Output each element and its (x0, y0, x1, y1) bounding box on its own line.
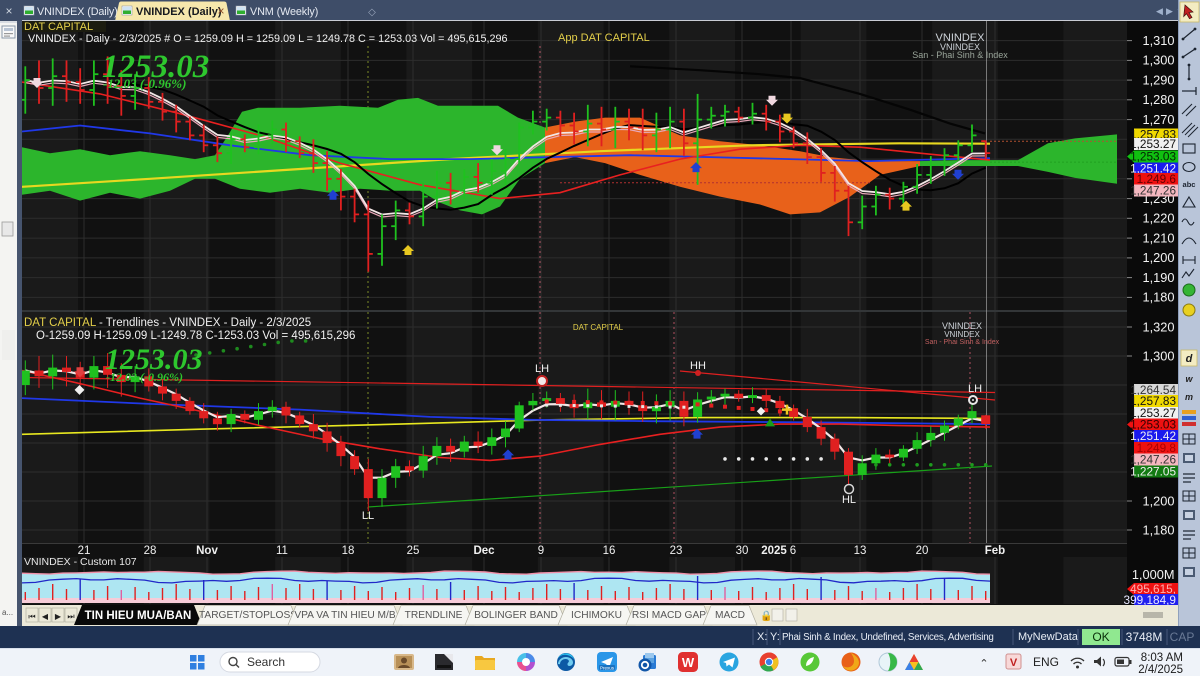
svg-text:Phai Sinh & Index, Undefined,: Phai Sinh & Index, Undefined, Services, … (782, 632, 994, 643)
svg-text:V: V (1010, 657, 1018, 669)
svg-text:1,200: 1,200 (1142, 493, 1174, 508)
svg-text:1,310: 1,310 (1142, 33, 1174, 48)
svg-text:RSI MACD GAP: RSI MACD GAP (632, 610, 706, 621)
svg-text:3748M: 3748M (1126, 630, 1163, 644)
svg-text:◇: ◇ (368, 7, 376, 18)
svg-text:⏭: ⏭ (67, 612, 74, 621)
svg-text:BOLINGER BAND: BOLINGER BAND (474, 610, 558, 621)
svg-text:-12.03 (-0.96%): -12.03 (-0.96%) (103, 76, 186, 91)
svg-text:a...: a... (2, 608, 13, 617)
svg-text:DAT CAPITAL: DAT CAPITAL (573, 323, 624, 332)
svg-text:Feb: Feb (985, 545, 1005, 557)
svg-text:X:: X: (757, 631, 767, 643)
svg-text:28: 28 (144, 545, 157, 557)
svg-text:HH: HH (690, 360, 706, 372)
svg-text:18: 18 (342, 545, 355, 557)
svg-text:O-1259.09 H-1259.09 L-1249.7: O-1259.09 H-1259.09 L-1249.78 C-1253.03 … (36, 330, 355, 342)
svg-text:1,300: 1,300 (1142, 348, 1174, 363)
svg-text:LH: LH (968, 383, 982, 395)
svg-text:1,290: 1,290 (1142, 72, 1174, 87)
svg-text:1,180: 1,180 (1142, 290, 1174, 305)
svg-text:11: 11 (276, 545, 288, 557)
svg-text:San - Phai Sinh & Index: San - Phai Sinh & Index (912, 50, 1008, 60)
svg-text:VNM (Weekly): VNM (Weekly) (250, 6, 318, 18)
svg-text:VNINDEX - Daily - 2/3/2025: VNINDEX - Daily - 2/3/2025 # O = 1259.09… (28, 33, 508, 45)
svg-text:TRENDLINE: TRENDLINE (405, 610, 463, 621)
svg-text:Nov: Nov (196, 545, 218, 557)
svg-text:OK: OK (1092, 630, 1109, 644)
svg-text:6: 6 (790, 545, 796, 557)
svg-text:VNINDEX - Custom 107: VNINDEX - Custom 107 (24, 556, 137, 568)
svg-text:13: 13 (854, 545, 867, 557)
svg-text:8:03 AM: 8:03 AM (1141, 652, 1183, 664)
svg-text:1,300: 1,300 (1142, 53, 1174, 68)
svg-text:TARGET/STOPLOSS: TARGET/STOPLOSS (199, 610, 297, 621)
svg-text:20: 20 (916, 545, 929, 557)
svg-text:⏮: ⏮ (28, 612, 35, 621)
svg-text:App DAT CAPITAL: App DAT CAPITAL (558, 32, 650, 44)
svg-text:×: × (5, 4, 12, 18)
svg-text:▶: ▶ (55, 612, 62, 621)
svg-text:2025: 2025 (761, 545, 787, 557)
svg-text:21: 21 (78, 545, 91, 557)
svg-text:VNINDEX: VNINDEX (944, 330, 980, 339)
svg-text:Y:: Y: (770, 631, 780, 643)
svg-text:LH: LH (535, 363, 549, 375)
svg-text:ENG: ENG (1033, 655, 1059, 669)
svg-text:2/4/2025: 2/4/2025 (1138, 664, 1183, 676)
svg-text:VNINDEX (Daily): VNINDEX (Daily) (37, 6, 118, 18)
svg-text:⌃: ⌃ (979, 658, 988, 670)
svg-text:-12.03 (-0.96%): -12.03 (-0.96%) (106, 370, 183, 384)
svg-text:1,227.05: 1,227.05 (1130, 465, 1176, 479)
svg-text:23: 23 (670, 545, 683, 557)
svg-text:▶: ▶ (1166, 6, 1173, 16)
svg-text:◀: ◀ (42, 612, 49, 621)
svg-text:abc: abc (1183, 180, 1196, 189)
svg-text:16: 16 (603, 545, 616, 557)
svg-text:1,000M: 1,000M (1132, 567, 1175, 582)
svg-text:d: d (1186, 353, 1193, 365)
svg-text:VNINDEX (Daily): VNINDEX (Daily) (136, 6, 222, 18)
svg-text:Dec: Dec (473, 545, 495, 557)
svg-text:25: 25 (407, 545, 420, 557)
svg-text:1,200: 1,200 (1142, 250, 1174, 265)
svg-text:1,320: 1,320 (1142, 319, 1174, 334)
svg-text:w: w (1185, 374, 1193, 384)
svg-text:Prexus: Prexus (600, 666, 615, 671)
svg-text:1,280: 1,280 (1142, 92, 1174, 107)
svg-text:m: m (1185, 392, 1193, 402)
svg-text:9: 9 (538, 545, 544, 557)
svg-text:1,190: 1,190 (1142, 270, 1174, 285)
svg-text:San - Phai Sinh & Index: San - Phai Sinh & Index (925, 339, 1000, 346)
svg-text:×: × (217, 4, 224, 18)
svg-text:🔒: 🔒 (760, 610, 772, 622)
svg-text:1,270: 1,270 (1142, 112, 1174, 127)
svg-text:1,180: 1,180 (1142, 522, 1174, 537)
svg-text:Search: Search (247, 655, 285, 669)
svg-text:CAP: CAP (1170, 630, 1195, 644)
svg-text:LL: LL (362, 510, 374, 522)
svg-text:1,210: 1,210 (1142, 230, 1174, 245)
svg-text:DAT CAPITAL - Trendlines - VNI: DAT CAPITAL - Trendlines - VNINDEX - Dai… (24, 317, 311, 329)
svg-text:DAT CAPITAL: DAT CAPITAL (24, 21, 93, 33)
svg-text:30: 30 (736, 545, 749, 557)
svg-text:W: W (682, 655, 695, 670)
svg-text:TIN HIEU MUA/BAN: TIN HIEU MUA/BAN (85, 610, 192, 622)
svg-text:VPA VA TIN HIEU M/B: VPA VA TIN HIEU M/B (294, 610, 396, 621)
svg-text:◀: ◀ (1156, 6, 1163, 16)
svg-text:MyNewData: MyNewData (1018, 631, 1079, 643)
svg-text:1,247.26: 1,247.26 (1130, 184, 1176, 198)
svg-text:1,220: 1,220 (1142, 211, 1174, 226)
svg-text:MACD: MACD (715, 610, 745, 621)
svg-text:HL: HL (842, 494, 856, 506)
svg-text:ICHIMOKU: ICHIMOKU (571, 610, 622, 621)
